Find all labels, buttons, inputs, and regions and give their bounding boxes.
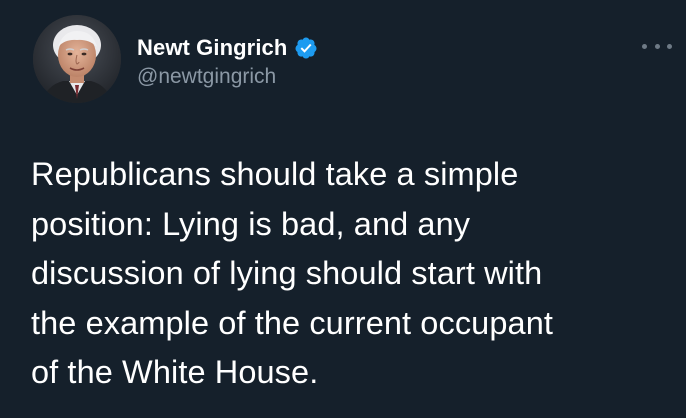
- tweet-card: Newt Gingrich @newtgingrich Republicans …: [0, 0, 686, 418]
- more-dot: [642, 43, 647, 49]
- more-dot: [667, 43, 672, 49]
- tweet-text-line: of the White House.: [31, 354, 319, 390]
- more-dot: [654, 43, 660, 49]
- verified-badge-icon: [295, 37, 317, 59]
- profile-photo-icon: [33, 15, 121, 103]
- tweet-text-line: position: Lying is bad, and any: [31, 205, 471, 242]
- tweet-text-line: the example of the current occupant: [31, 304, 554, 341]
- author-name-row: Newt Gingrich: [137, 33, 318, 63]
- display-name[interactable]: Newt Gingrich: [137, 35, 287, 61]
- tweet-text-line: discussion of lying should start with: [31, 255, 543, 291]
- tweet-text: Republicans should take a simple positio…: [31, 150, 671, 398]
- tweet-text-line: Republicans should take a simple: [31, 156, 519, 192]
- author-handle[interactable]: @newtgingrich: [137, 65, 276, 89]
- avatar[interactable]: [33, 15, 121, 103]
- more-options-icon[interactable]: [642, 38, 672, 54]
